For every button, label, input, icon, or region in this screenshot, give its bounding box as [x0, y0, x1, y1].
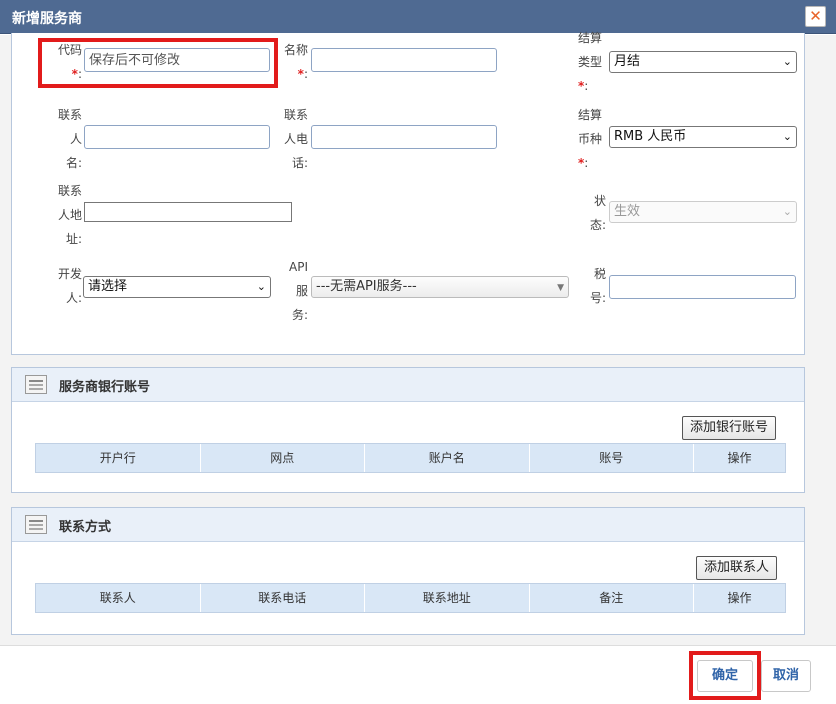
- dialog-title: 新增服务商: [12, 11, 82, 27]
- name-label-text: 名称: [283, 43, 308, 57]
- chevron-down-icon: ⌄: [782, 55, 792, 68]
- api-service-select[interactable]: ---无需API服务--- ▼: [311, 276, 569, 298]
- contact-section: 联系方式 添加联系人 联系人 联系电话 联系地址 备注 操作: [11, 507, 805, 635]
- tax-no-input[interactable]: [609, 275, 796, 299]
- developer-value: 请选择: [88, 279, 128, 294]
- bank-account-title: 服务商银行账号: [59, 380, 151, 395]
- status-label: 状 态:: [578, 189, 606, 237]
- status-value: 生效: [614, 204, 641, 219]
- settle-type-label-colon: :: [584, 79, 589, 93]
- settle-type-label: 结算 类型 *:: [578, 26, 606, 98]
- column-header: 操作: [727, 451, 752, 465]
- chevron-down-icon: ⌄: [782, 205, 792, 218]
- name-label-colon: :: [303, 67, 308, 81]
- settle-currency-label-1: 结算: [578, 108, 603, 122]
- close-icon[interactable]: ✕: [805, 6, 826, 27]
- chevron-down-icon: ⌄: [782, 130, 792, 143]
- settle-currency-select[interactable]: RMB 人民币 ⌄: [609, 126, 797, 148]
- settle-type-label-1: 结算: [578, 31, 603, 45]
- contact-title: 联系方式: [59, 520, 112, 535]
- api-service-label-1: API: [289, 260, 308, 274]
- contact-address-label-1: 联系: [57, 184, 82, 198]
- contact-address-label-2: 人地: [57, 208, 82, 222]
- bank-account-table-header: 开户行 网点 账户名 账号 操作: [35, 443, 786, 473]
- document-icon: [25, 375, 47, 394]
- contact-person-label-2: 人: [69, 132, 82, 146]
- column-header: 联系人: [36, 584, 201, 612]
- developer-label-1: 开发: [57, 267, 82, 281]
- document-icon: [25, 515, 47, 534]
- contact-address-input[interactable]: [84, 202, 292, 222]
- api-service-value: ---无需API服务---: [316, 279, 417, 294]
- developer-select[interactable]: 请选择 ⌄: [83, 276, 271, 298]
- contact-person-input[interactable]: [84, 125, 270, 149]
- add-bank-account-button[interactable]: 添加银行账号: [682, 416, 777, 440]
- settle-currency-label: 结算 币种 *:: [578, 103, 606, 175]
- developer-label: 开发 人:: [52, 262, 82, 310]
- contact-phone-label-2: 人电: [283, 132, 308, 146]
- settle-type-value: 月结: [614, 54, 641, 69]
- status-label-2: 态:: [589, 218, 606, 232]
- tax-no-label-1: 税: [593, 267, 606, 281]
- contact-table-header: 联系人 联系电话 联系地址 备注 操作: [35, 583, 786, 613]
- column-header: 备注: [530, 584, 694, 612]
- code-input[interactable]: [84, 48, 270, 72]
- api-service-label-3: 务:: [291, 308, 308, 322]
- contact-phone-label-1: 联系: [283, 108, 308, 122]
- bank-account-header: 服务商银行账号: [12, 368, 804, 402]
- column-header: 联系地址: [365, 584, 530, 612]
- add-contact-button[interactable]: 添加联系人: [696, 556, 778, 580]
- status-label-1: 状: [593, 194, 606, 208]
- dialog-content: 代码 *: 名称 *: 结算 类型 *: 月结 ⌄ 联系 人 名: 联系 人电 …: [0, 31, 836, 645]
- basic-info-form: 代码 *: 名称 *: 结算 类型 *: 月结 ⌄ 联系 人 名: 联系 人电 …: [11, 31, 805, 355]
- contact-phone-input[interactable]: [311, 125, 497, 149]
- contact-person-label: 联系 人 名:: [52, 103, 82, 175]
- api-service-label-2: 服: [295, 284, 308, 298]
- column-header: 开户行: [36, 444, 201, 472]
- bank-account-section: 服务商银行账号 添加银行账号 开户行 网点 账户名 账号 操作: [11, 367, 805, 493]
- column-header: 账号: [530, 444, 694, 472]
- tax-no-label: 税 号:: [578, 262, 606, 310]
- name-label: 名称 *:: [282, 38, 308, 86]
- api-service-label: API 服 务:: [280, 255, 308, 327]
- developer-label-2: 人:: [65, 291, 82, 305]
- column-header: 操作: [727, 591, 752, 605]
- status-select: 生效 ⌄: [609, 201, 797, 223]
- name-input[interactable]: [311, 48, 497, 72]
- column-header: 账户名: [365, 444, 530, 472]
- contact-person-label-1: 联系: [57, 108, 82, 122]
- cancel-button[interactable]: 取消: [761, 660, 811, 692]
- chevron-down-icon: ▼: [557, 283, 564, 293]
- code-label: 代码 *:: [52, 38, 82, 86]
- code-label-colon: :: [77, 67, 82, 81]
- tax-no-label-2: 号:: [589, 291, 606, 305]
- dialog-footer: 确定 取消: [0, 645, 836, 704]
- code-label-text: 代码: [57, 43, 82, 57]
- chevron-down-icon: ⌄: [256, 280, 266, 293]
- contact-person-label-3: 名:: [65, 156, 82, 170]
- column-header: 网点: [201, 444, 365, 472]
- dialog-titlebar: 新增服务商 ✕: [0, 0, 836, 34]
- contact-address-label: 联系 人地 址:: [52, 179, 82, 251]
- contact-phone-label-3: 话:: [291, 156, 308, 170]
- contact-phone-label: 联系 人电 话:: [282, 103, 308, 175]
- settle-type-label-2: 类型: [578, 55, 603, 69]
- confirm-button[interactable]: 确定: [697, 660, 753, 692]
- settle-currency-label-colon: :: [584, 156, 589, 170]
- column-header: 联系电话: [201, 584, 365, 612]
- contact-address-label-3: 址:: [65, 232, 82, 246]
- settle-currency-label-2: 币种: [578, 132, 603, 146]
- contact-header: 联系方式: [12, 508, 804, 542]
- settle-currency-value: RMB 人民币: [614, 129, 687, 144]
- settle-type-select[interactable]: 月结 ⌄: [609, 51, 797, 73]
